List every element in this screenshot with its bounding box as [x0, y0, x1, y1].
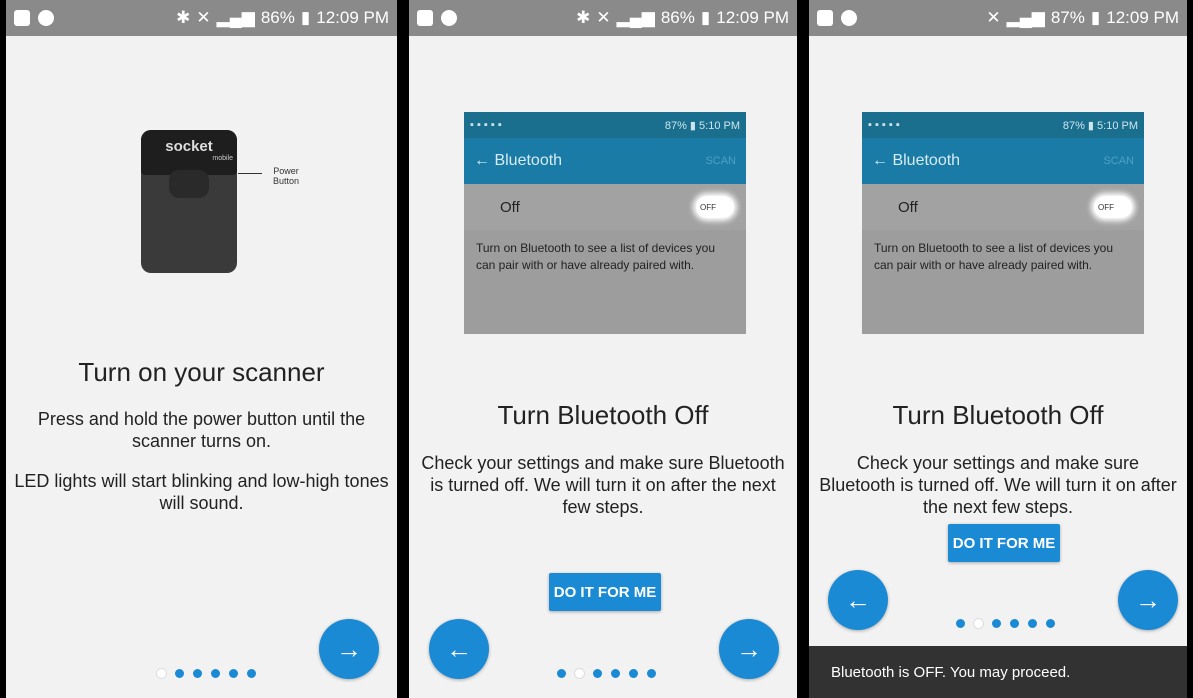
- time-text: 12:09 PM: [316, 8, 389, 27]
- do-it-for-me-button[interactable]: DO IT FOR ME: [549, 573, 661, 611]
- page-dot: [193, 669, 202, 678]
- arrow-right-icon: →: [336, 633, 362, 664]
- do-it-for-me-button[interactable]: DO IT FOR ME: [948, 524, 1060, 562]
- page-title: Turn on your scanner: [78, 357, 325, 387]
- status-bar: ✱ ✕ ▂▄▆ 86% ▮ 12:09 PM: [6, 0, 397, 36]
- shot-status-bar: ▪ ▪ ▪ ▪ ▪ 87% ▮ 5:10 PM: [862, 112, 1144, 138]
- page-indicator: [557, 669, 656, 678]
- instructions: Check your settings and make sure Blueto…: [421, 453, 785, 517]
- battery-icon: ▮: [1090, 8, 1101, 27]
- page-dot: [557, 669, 566, 678]
- brand-logo: socket: [165, 138, 213, 155]
- page-dot: [211, 669, 220, 678]
- signal-icon: ▂▄▆: [216, 8, 255, 27]
- shot-header: ← Bluetooth SCAN: [862, 138, 1144, 184]
- mute-icon: ✕: [986, 8, 1001, 27]
- gallery-icon: [14, 10, 30, 26]
- bluetooth-icon: ✱: [176, 8, 191, 27]
- shot-off-row: Off OFF: [862, 184, 1144, 230]
- page-dot: [629, 669, 638, 678]
- brand-sub: mobile: [212, 155, 233, 162]
- scanner-image: socket mobile: [141, 130, 241, 275]
- next-button[interactable]: →: [319, 619, 379, 679]
- mute-icon: ✕: [196, 8, 211, 27]
- arrow-right-icon: →: [736, 633, 762, 664]
- shot-header: ← Bluetooth SCAN: [464, 138, 746, 184]
- app-icon: [441, 10, 457, 26]
- time-text: 12:09 PM: [716, 8, 789, 27]
- shot-text: Turn on Bluetooth to see a list of devic…: [476, 241, 716, 272]
- bluetooth-settings-screenshot: ▪ ▪ ▪ ▪ ▪ 87% ▮ 5:10 PM ← Bluetooth SCAN…: [862, 112, 1144, 334]
- page-dot: [175, 669, 184, 678]
- battery-icon: ▮: [300, 8, 311, 27]
- bluetooth-settings-screenshot: ▪ ▪ ▪ ▪ ▪ 87% ▮ 5:10 PM ← Bluetooth SCAN…: [464, 112, 746, 334]
- page-dot: [1046, 619, 1055, 628]
- page-dot: [974, 619, 983, 628]
- page-dot: [593, 669, 602, 678]
- shot-off-row: Off OFF: [464, 184, 746, 230]
- battery-icon: ▮: [700, 8, 711, 27]
- page-dot: [992, 619, 1001, 628]
- page-indicator: [157, 669, 256, 678]
- gallery-icon: [817, 10, 833, 26]
- next-button[interactable]: →: [719, 619, 779, 679]
- toggle-icon: OFF: [1094, 196, 1132, 218]
- page-dot: [956, 619, 965, 628]
- page-dot: [575, 669, 584, 678]
- page-dot: [1010, 619, 1019, 628]
- status-bar: ✕ ▂▄▆ 87% ▮ 12:09 PM: [809, 0, 1187, 36]
- battery-text: 86%: [660, 8, 695, 27]
- battery-text: 86%: [260, 8, 295, 27]
- page-title: Turn Bluetooth Off: [497, 400, 709, 430]
- battery-text: 87%: [1050, 8, 1085, 27]
- app-icon: [841, 10, 857, 26]
- instructions: Check your settings and make sure Blueto…: [819, 453, 1177, 517]
- power-label: Power Button: [272, 166, 300, 186]
- app-icon: [38, 10, 54, 26]
- onboarding-screen-1: ✱ ✕ ▂▄▆ 86% ▮ 12:09 PM socket mobile Pow…: [0, 0, 403, 698]
- page-dot: [157, 669, 166, 678]
- signal-icon: ▂▄▆: [616, 8, 655, 27]
- page-indicator: [956, 619, 1055, 628]
- snackbar: Bluetooth is OFF. You may proceed.: [809, 646, 1187, 698]
- mute-icon: ✕: [596, 8, 611, 27]
- back-button[interactable]: ←: [828, 570, 888, 630]
- shot-status-bar: ▪ ▪ ▪ ▪ ▪ 87% ▮ 5:10 PM: [464, 112, 746, 138]
- onboarding-screen-3: ✕ ▂▄▆ 87% ▮ 12:09 PM ▪ ▪ ▪ ▪ ▪ 87% ▮ 5:1…: [803, 0, 1193, 698]
- arrow-left-icon: ←: [845, 584, 871, 615]
- page-dot: [647, 669, 656, 678]
- signal-icon: ▂▄▆: [1006, 8, 1045, 27]
- time-text: 12:09 PM: [1106, 8, 1179, 27]
- page-dot: [229, 669, 238, 678]
- page-dot: [247, 669, 256, 678]
- shot-text: Turn on Bluetooth to see a list of devic…: [874, 241, 1114, 272]
- toggle-icon: OFF: [696, 196, 734, 218]
- gallery-icon: [417, 10, 433, 26]
- onboarding-screen-2: ✱ ✕ ▂▄▆ 86% ▮ 12:09 PM ▪ ▪ ▪ ▪ ▪ 87% ▮ 5…: [403, 0, 803, 698]
- arrow-left-icon: ←: [446, 633, 472, 664]
- page-dot: [1028, 619, 1037, 628]
- bluetooth-icon: ✱: [576, 8, 591, 27]
- power-arrow: [238, 173, 262, 174]
- arrow-right-icon: →: [1135, 584, 1161, 615]
- instructions-2: LED lights will start blinking and low-h…: [14, 471, 389, 513]
- instructions-1: Press and hold the power button until th…: [37, 409, 366, 451]
- status-bar: ✱ ✕ ▂▄▆ 86% ▮ 12:09 PM: [409, 0, 797, 36]
- page-title: Turn Bluetooth Off: [892, 400, 1104, 430]
- next-button[interactable]: →: [1118, 570, 1178, 630]
- page-dot: [611, 669, 620, 678]
- back-button[interactable]: ←: [429, 619, 489, 679]
